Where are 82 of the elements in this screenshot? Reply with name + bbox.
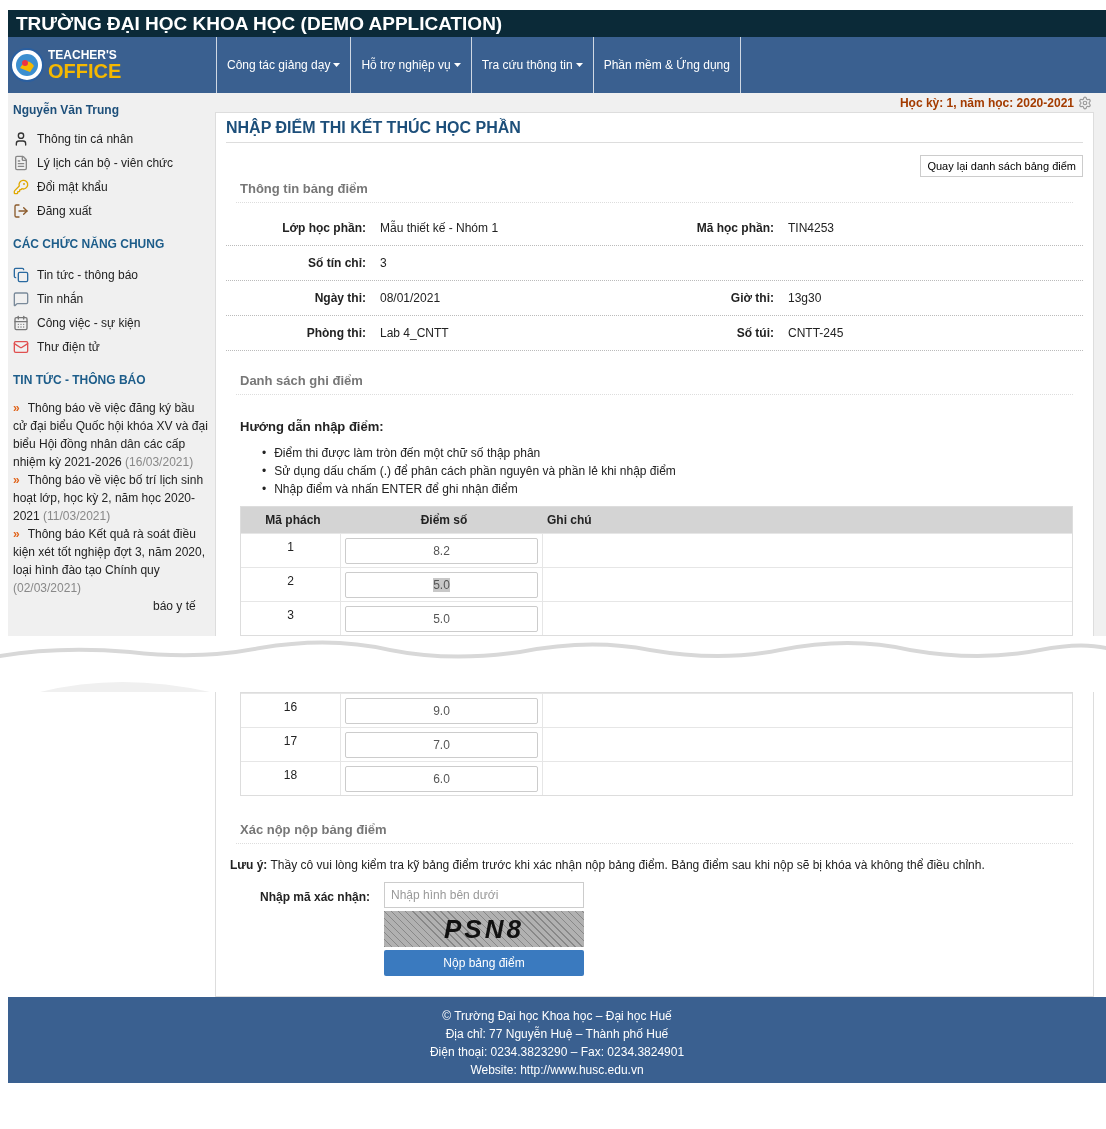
logo-text: TEACHER'S [48, 49, 118, 61]
key-icon [13, 179, 29, 195]
section-title: CÁC CHỨC NĂNG CHUNG [13, 237, 166, 251]
score-input[interactable]: 9.0 [345, 697, 538, 724]
field-label: Mã học phần: [695, 221, 774, 235]
message-icon [13, 291, 29, 307]
sidebar-link[interactable]: Đổi mật khẩu [13, 175, 210, 199]
field-value: 13g30 [788, 291, 823, 305]
footer-text: Điện thoại: 0234.3823290 – Fax: 0234.3824901 [428, 1044, 686, 1061]
news-link[interactable]: » Thông báo Kết quả rà soát điều kiện xét tốt nghiệp đợt 3, năm 2020, loại hình đào tạo Chính quy (02/03/2021) [13, 525, 210, 597]
guide-item: Sử dụng dấu chấm (.) để phân cách phần nguyên và phần lẻ khi nhập điểm [274, 463, 676, 480]
note-text: Lưu ý: Thầy cô vui lòng kiểm tra kỹ bảng điểm trước khi xác nhận nộp bảng điểm. Bảng điểm sau khi nộp sẽ bị khóa và không thể điều chỉnh. [230, 858, 986, 872]
section-title: Danh sách ghi điểm [236, 369, 1073, 395]
sidebar-link[interactable]: Công việc - sự kiện [13, 311, 210, 335]
field-value: CNTT-245 [788, 326, 845, 340]
score-input[interactable]: 7.0 [345, 731, 538, 758]
captcha-label: Nhập mã xác nhận: [258, 889, 370, 906]
documents-icon [13, 267, 29, 283]
code-cell: 18 [283, 768, 298, 782]
field-label: Lớp học phần: [281, 221, 366, 235]
code-cell: 3 [287, 608, 294, 622]
logout-icon [13, 203, 29, 219]
bullet: • [262, 481, 267, 498]
sidebar-link[interactable]: Lý lịch cán bộ - viên chức [13, 151, 210, 175]
column-header: Ghi chú [543, 507, 1072, 533]
field-value: 08/01/2021 [380, 291, 442, 305]
bullet: • [262, 445, 267, 462]
settings-icon[interactable] [1078, 96, 1092, 110]
sidebar-link[interactable]: Thư điện tử [13, 335, 210, 359]
footer-text: Website: http://www.husc.edu.vn [469, 1062, 645, 1079]
app-title: TRƯỜNG ĐẠI HỌC KHOA HỌC (DEMO APPLICATION) [8, 10, 1106, 37]
field-value: TIN4253 [788, 221, 836, 235]
footer-text: © Trường Đại học Khoa học – Đại học Huế [441, 1008, 673, 1025]
score-input[interactable]: 5.0 [345, 571, 538, 598]
code-cell: 1 [287, 540, 294, 554]
sidebar-link[interactable]: Thông tin cá nhân [13, 127, 210, 151]
section-title: TIN TỨC - THÔNG BÁO [13, 373, 147, 387]
sidebar-link[interactable]: Tin nhắn [13, 287, 210, 311]
field-value: Lab 4_CNTT [380, 326, 450, 340]
field-label: Phòng thi: [305, 326, 366, 340]
field-label: Giờ thi: [729, 291, 774, 305]
section-title: Xác nộp nộp bảng điểm [236, 818, 1073, 844]
column-header: Mã phách [241, 507, 341, 533]
news-link[interactable]: » Thông báo về việc bố trí lịch sinh hoạt lớp, học kỳ 2, năm học 2020-2021 (11/03/2021) [13, 471, 210, 525]
logo-icon [10, 48, 44, 82]
semester-text: Học kỳ: 1, năm học: 2020-2021 [899, 96, 1074, 110]
user-icon [13, 131, 29, 147]
user-name: Nguyễn Văn Trung [13, 103, 120, 117]
logo-text: OFFICE [48, 61, 122, 81]
page-title: NHẬP ĐIỂM THI KẾT THÚC HỌC PHẦN [226, 119, 1083, 143]
captcha-field[interactable]: Nhập hình bên dưới [384, 882, 584, 908]
news-link[interactable]: báo y tế [13, 597, 210, 615]
guide-item: Nhập điểm và nhấn ENTER để ghi nhận điểm [274, 481, 518, 498]
mail-icon [13, 339, 29, 355]
calendar-icon [13, 315, 29, 331]
code-cell: 16 [283, 700, 298, 714]
score-input[interactable]: 8.2 [345, 537, 538, 564]
section-title: Thông tin bảng điểm [236, 177, 1073, 203]
news-link[interactable]: » Thông báo về việc đăng ký bầu cử đại biểu Quốc hội khóa XV và đại biểu Hội đồng nhân dân các cấp nhiệm kỳ 2021-2026 (16/03/2021) [13, 399, 210, 471]
score-input[interactable]: 5.0 [345, 605, 538, 632]
column-header: Điểm số [341, 507, 543, 533]
caret-icon [453, 63, 461, 67]
document-icon [13, 155, 29, 171]
guide-item: Điểm thi được làm tròn đến một chữ số thập phân [274, 445, 541, 462]
caret-icon [333, 63, 341, 67]
field-label: Ngày thi: [313, 291, 366, 305]
captcha-image: PSN8 [384, 911, 584, 947]
sidebar-link[interactable]: Tin tức - thông báo [13, 263, 210, 287]
field-value: 3 [380, 256, 388, 270]
bullet: • [262, 463, 267, 480]
code-cell: 2 [287, 574, 294, 588]
code-cell: 17 [283, 734, 298, 748]
back-button[interactable]: Quay lại danh sách bảng điểm [920, 155, 1083, 177]
score-input[interactable]: 6.0 [345, 765, 538, 792]
field-label: Số túi: [735, 326, 774, 340]
caret-icon [575, 63, 583, 67]
sidebar-link[interactable]: Đăng xuất [13, 199, 210, 223]
submit-button[interactable]: Nộp bảng điểm [384, 950, 584, 976]
guide-title: Hướng dẫn nhập điểm: [240, 419, 385, 434]
footer-text: Địa chỉ: 77 Nguyễn Huệ – Thành phố Huế [444, 1025, 670, 1043]
field-label: Số tín chỉ: [307, 256, 366, 270]
field-value: Mẫu thiết kế - Nhóm 1 [380, 221, 500, 235]
